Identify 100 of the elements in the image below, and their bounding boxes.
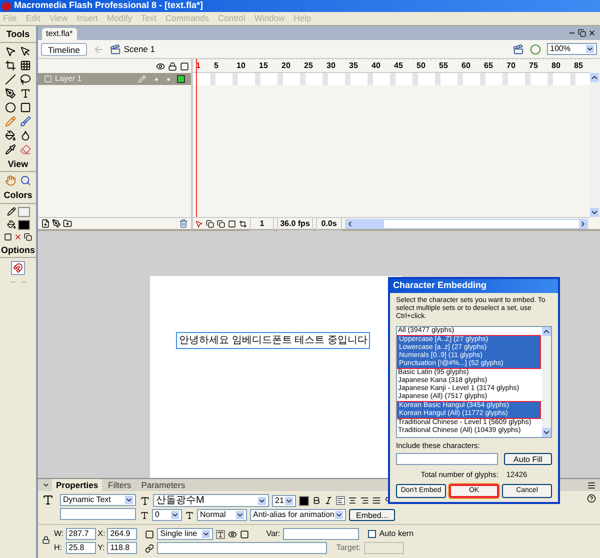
- edit-scene-icon[interactable]: [513, 44, 524, 54]
- scroll-up-icon[interactable]: [542, 327, 551, 336]
- anti-alias-select[interactable]: Anti-alias for animation: [250, 509, 346, 521]
- horizontal-scrollbar[interactable]: [345, 218, 588, 228]
- fill-color-icon[interactable]: [6, 220, 16, 229]
- include-characters-field[interactable]: [396, 453, 498, 465]
- letter-spacing-select[interactable]: 0: [152, 509, 182, 521]
- stroke-color-swatch[interactable]: [18, 206, 30, 216]
- width-field[interactable]: 287.7: [66, 528, 96, 540]
- restore-icon[interactable]: [578, 29, 586, 37]
- arrow-tool-icon[interactable]: [5, 46, 16, 56]
- font-size-select[interactable]: 21: [272, 494, 296, 506]
- close-icon[interactable]: [588, 29, 596, 37]
- colors-heading: Colors: [0, 189, 36, 204]
- stage-text[interactable]: 안녕하세요 임베디드폰트 테스트 중입니다: [176, 332, 370, 349]
- dot-icon[interactable]: [155, 78, 158, 80]
- lock-icon[interactable]: [168, 62, 177, 70]
- auto-kern-label: Auto kern: [379, 528, 414, 540]
- embed-button[interactable]: Embed...: [349, 509, 396, 521]
- rectangle-tool-icon[interactable]: [20, 102, 31, 112]
- text-type-icon[interactable]: [42, 494, 54, 506]
- scroll-up-icon[interactable]: [590, 73, 599, 82]
- frame-rate: 36.0 fps: [277, 216, 313, 230]
- border-icon[interactable]: [240, 530, 250, 538]
- no-color-icon[interactable]: [14, 232, 22, 240]
- insert-folder-icon[interactable]: [63, 219, 72, 228]
- subselect-tool-icon[interactable]: [20, 46, 31, 56]
- y-label: Y:: [98, 542, 106, 554]
- lock-icon[interactable]: [42, 536, 50, 544]
- align-left-icon[interactable]: [336, 496, 345, 505]
- frame-number: 10: [236, 60, 259, 72]
- align-center-icon[interactable]: [348, 496, 357, 505]
- selectable-icon[interactable]: [216, 530, 226, 538]
- scroll-left-icon[interactable]: [346, 220, 354, 228]
- font-select[interactable]: 산돌광수M: [153, 494, 269, 507]
- x-field[interactable]: 264.9: [107, 528, 138, 540]
- var-field[interactable]: [283, 528, 360, 540]
- height-field[interactable]: 25.8: [66, 542, 96, 554]
- align-right-icon[interactable]: [360, 496, 369, 505]
- scroll-down-icon[interactable]: [590, 208, 599, 217]
- options-heading: Options: [0, 244, 36, 258]
- text-tool-icon[interactable]: [20, 88, 31, 98]
- panel-tab[interactable]: Parameters: [137, 478, 190, 492]
- eyedropper-tool-icon[interactable]: [5, 144, 16, 154]
- snap-button[interactable]: [11, 261, 25, 275]
- list-scrollbar[interactable]: [542, 327, 551, 437]
- oval-tool-icon[interactable]: [5, 102, 16, 112]
- center-frame-icon[interactable]: [195, 220, 203, 228]
- frame-number: 55: [439, 60, 462, 72]
- charset-list[interactable]: [396, 326, 552, 438]
- line-tool-icon[interactable]: [5, 74, 16, 84]
- frame-number: 80: [552, 60, 574, 72]
- brush-tool-icon[interactable]: [20, 116, 31, 126]
- frame-number: 60: [462, 60, 484, 72]
- y-field[interactable]: 118.8: [107, 542, 138, 554]
- zoom-select[interactable]: 100%: [547, 43, 597, 55]
- hand-tool-icon[interactable]: [5, 175, 16, 186]
- panel-menu-icon[interactable]: [587, 480, 596, 490]
- character-position-select[interactable]: Normal: [197, 509, 247, 521]
- link-icon[interactable]: [145, 544, 154, 552]
- default-colors-icon[interactable]: [4, 232, 12, 240]
- zoom-tool-icon[interactable]: [20, 175, 31, 186]
- document-tab[interactable]: text.fla*: [42, 28, 77, 40]
- scroll-thumb[interactable]: [354, 220, 384, 228]
- x-label: X:: [98, 528, 106, 540]
- scroll-down-icon[interactable]: [542, 428, 551, 437]
- insert-layer-icon[interactable]: [41, 219, 50, 228]
- edit-symbol-icon[interactable]: [530, 44, 541, 54]
- italic-icon[interactable]: [324, 496, 333, 505]
- line-type-select[interactable]: Single line: [157, 528, 214, 540]
- render-html-icon[interactable]: [228, 530, 238, 538]
- outline-icon[interactable]: [180, 62, 189, 70]
- text-type-select[interactable]: Dynamic Text: [60, 494, 136, 506]
- frame-number: 70: [506, 60, 529, 72]
- delete-icon[interactable]: [179, 219, 188, 228]
- justify-icon[interactable]: [372, 496, 381, 505]
- stroke-color-icon[interactable]: [6, 207, 16, 216]
- scene-icon[interactable]: [110, 44, 121, 54]
- fill-color-swatch[interactable]: [18, 220, 30, 230]
- edit-multiple-icon[interactable]: [228, 220, 236, 228]
- panel-tab[interactable]: Properties: [52, 478, 102, 492]
- current-frame: 1: [250, 216, 274, 230]
- lasso-tool-icon[interactable]: [20, 74, 31, 84]
- dot-icon[interactable]: [167, 78, 170, 80]
- vertical-scrollbar[interactable]: [590, 73, 600, 217]
- scroll-right-icon[interactable]: [579, 220, 587, 228]
- panel-tab[interactable]: Filters: [104, 478, 136, 492]
- scene-label[interactable]: Scene 1: [124, 42, 156, 56]
- pen-tool-icon[interactable]: [5, 88, 16, 98]
- text-color-swatch[interactable]: [299, 496, 309, 506]
- help-icon[interactable]: [587, 494, 596, 503]
- outline-color-swatch[interactable]: [177, 75, 185, 83]
- eye-icon[interactable]: [156, 62, 165, 70]
- auto-kern-checkbox[interactable]: [368, 530, 376, 538]
- font-icon[interactable]: [140, 496, 150, 506]
- url-field[interactable]: [157, 542, 328, 554]
- instance-name-field[interactable]: [60, 508, 136, 520]
- bold-icon[interactable]: [312, 496, 321, 505]
- auto-fill-button[interactable]: Auto Fill: [504, 453, 552, 465]
- timeline-button[interactable]: Timeline: [41, 42, 87, 56]
